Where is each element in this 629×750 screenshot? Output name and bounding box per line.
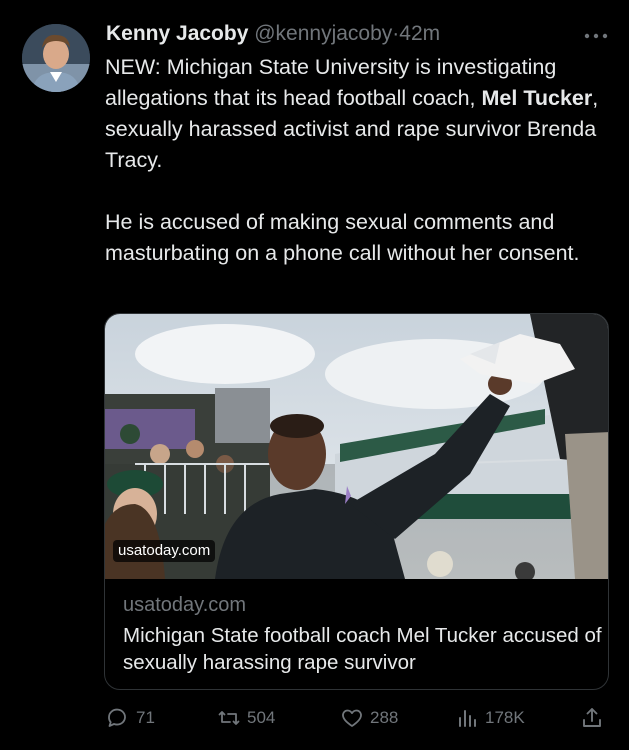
link-preview-card[interactable]: usatoday.com usatoday.com Michigan State… (104, 313, 609, 690)
tweet-text: NEW: Michigan State University is invest… (105, 52, 620, 269)
retweet-button[interactable]: 504 (217, 706, 275, 730)
more-dots-icon[interactable] (583, 28, 609, 44)
analytics-bars-icon (459, 710, 476, 727)
tweet-paragraph-2: He is accused of making sexual comments … (105, 210, 580, 265)
author-name[interactable]: Kenny Jacoby (106, 22, 248, 45)
tweet-timestamp[interactable]: 42m (399, 22, 440, 45)
tweet-header: Kenny Jacoby @kennyjacoby·42m (106, 20, 440, 48)
views-count: 178K (485, 708, 525, 727)
views-button[interactable]: 178K (455, 706, 525, 730)
author-handle[interactable]: @kennyjacoby (254, 22, 392, 45)
retweet-count: 504 (247, 708, 276, 727)
share-icon (583, 708, 601, 727)
reply-icon (108, 708, 126, 727)
reply-button[interactable]: 71 (106, 706, 155, 730)
reply-count: 71 (136, 708, 155, 727)
card-image[interactable]: usatoday.com (105, 314, 608, 579)
card-image-domain-label: usatoday.com (113, 540, 216, 562)
tweet-actions-bar: 71 504 288 178K (0, 700, 629, 736)
author-avatar[interactable] (22, 24, 90, 92)
like-button[interactable]: 288 (340, 706, 398, 730)
like-count: 288 (370, 708, 399, 727)
heart-icon (342, 709, 362, 727)
card-domain: usatoday.com (123, 594, 247, 616)
share-button[interactable] (580, 706, 610, 730)
tweet-paragraph-1: NEW: Michigan State University is invest… (105, 52, 620, 176)
retweet-icon (218, 711, 240, 725)
tweet-text-bold-name: Mel Tucker (481, 86, 593, 110)
card-title[interactable]: Michigan State football coach Mel Tucker… (123, 622, 603, 676)
avatar-photo (22, 24, 90, 92)
